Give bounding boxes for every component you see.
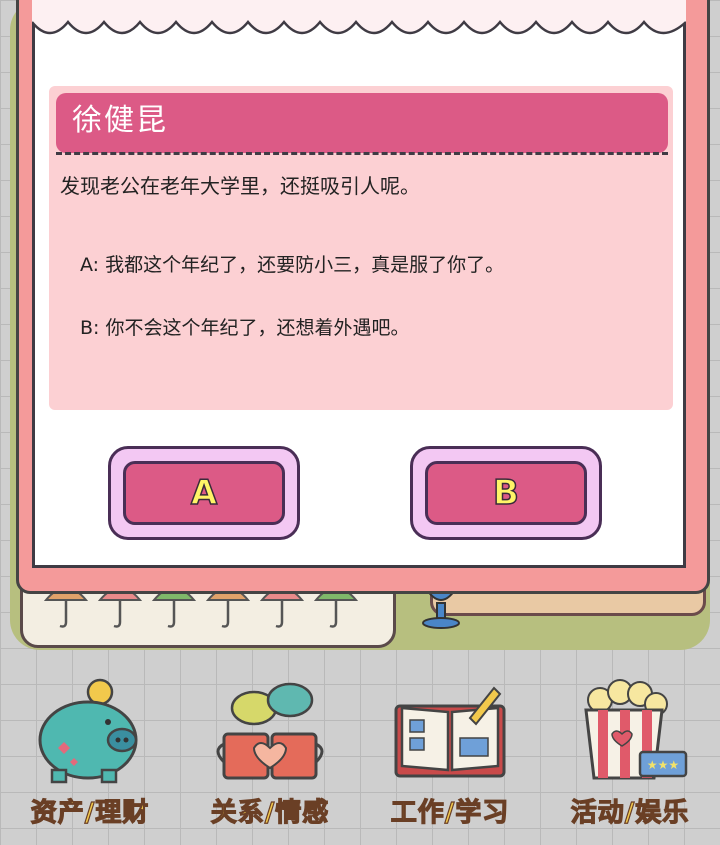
question-text: 发现老公在老年大学里，还挺吸引人呢。 bbox=[60, 174, 420, 198]
answer-a-button-face[interactable]: A bbox=[123, 461, 285, 525]
answer-a-label: A bbox=[190, 472, 218, 514]
bottom-nav: 资产/理财 关系/情感 工作/学习 ★★★ 活动/娱乐 bbox=[0, 670, 720, 845]
speaker-name: 徐健昆 bbox=[72, 103, 168, 138]
nav-label: 资产/理财 bbox=[30, 797, 150, 828]
answer-b-button[interactable]: B bbox=[410, 446, 602, 540]
nav-label: 活动/娱乐 bbox=[570, 797, 690, 828]
open-book-icon bbox=[394, 686, 506, 778]
nav-relationship-emotion[interactable]: 关系/情感 bbox=[185, 670, 355, 840]
scalloped-top-edge bbox=[32, 0, 686, 35]
option-b-text: B: 你不会这个年纪了，还想着外遇吧。 bbox=[80, 317, 410, 339]
couple-mugs-icon bbox=[216, 682, 324, 780]
svg-text:★★★: ★★★ bbox=[647, 758, 679, 772]
nav-assets-finance[interactable]: 资产/理财 bbox=[5, 670, 175, 840]
answer-b-button-face[interactable]: B bbox=[425, 461, 587, 525]
nav-work-study[interactable]: 工作/学习 bbox=[365, 670, 535, 840]
answer-a-button[interactable]: A bbox=[108, 446, 300, 540]
nav-activity-entertainment[interactable]: ★★★ 活动/娱乐 bbox=[545, 670, 715, 840]
popcorn-icon: ★★★ bbox=[584, 679, 688, 780]
nav-label: 工作/学习 bbox=[390, 797, 510, 828]
option-a-text: A: 我都这个年纪了，还要防小三，真是服了你了。 bbox=[80, 254, 505, 276]
answer-b-label: B bbox=[492, 472, 519, 514]
nav-label: 关系/情感 bbox=[210, 797, 330, 828]
name-bar-divider bbox=[56, 152, 668, 155]
piggy-bank-icon bbox=[38, 678, 138, 784]
